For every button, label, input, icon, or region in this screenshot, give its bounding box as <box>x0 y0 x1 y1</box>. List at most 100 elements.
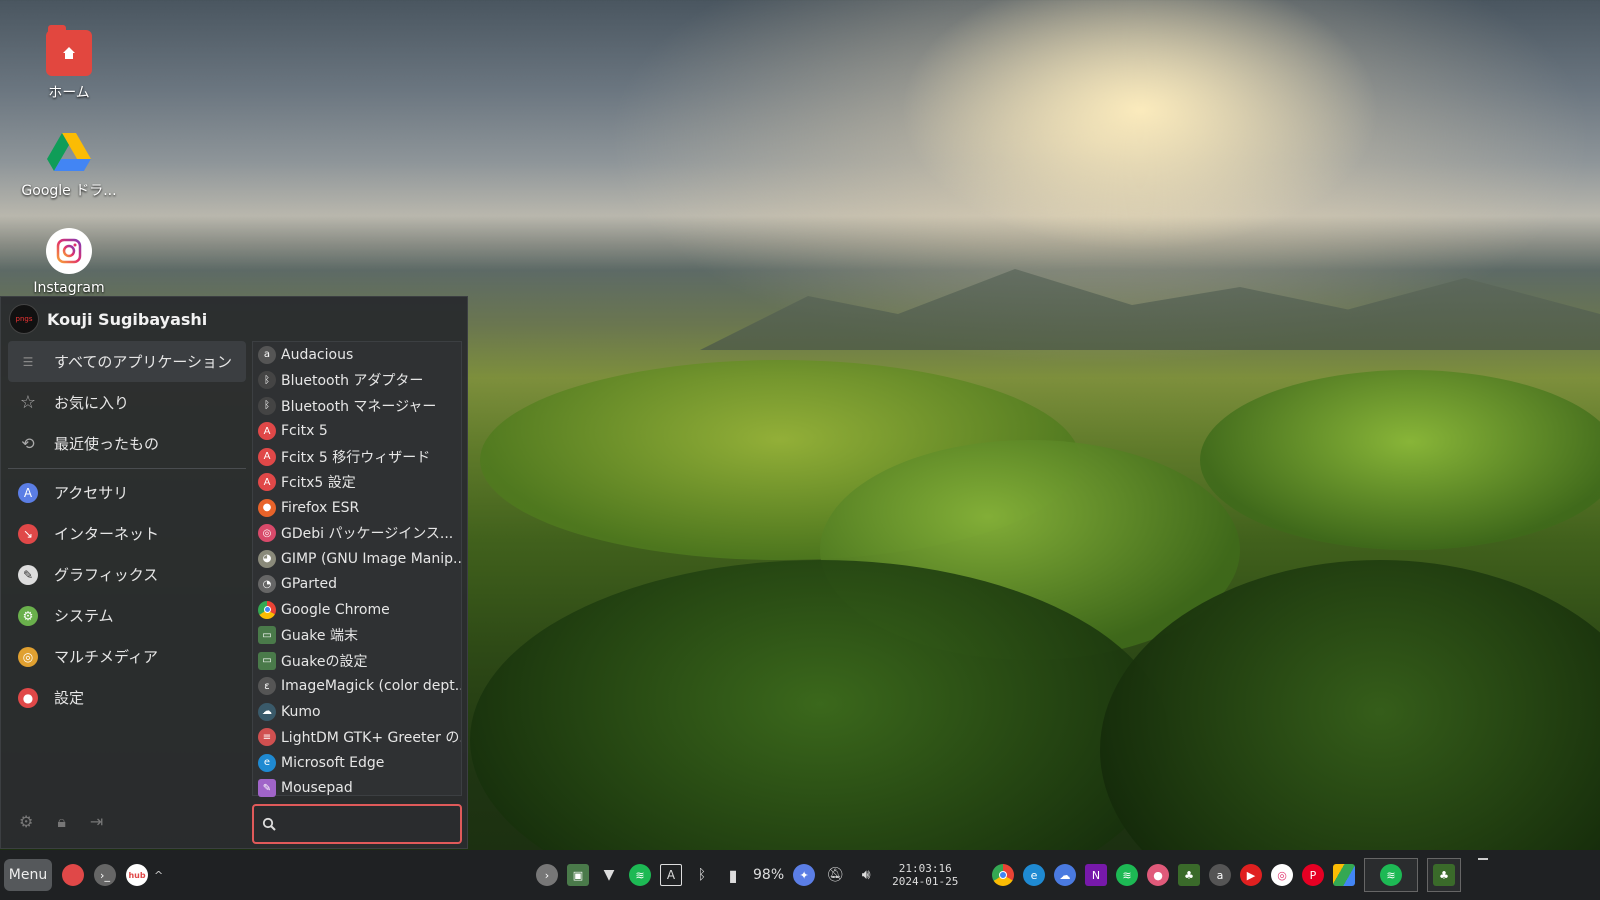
terminal-icon[interactable]: ›_ <box>94 864 116 886</box>
search-box[interactable] <box>252 804 462 844</box>
accessories-icon: A <box>18 482 38 503</box>
show-desktop-button[interactable] <box>1478 858 1488 860</box>
bluetooth-icon: ᛒ <box>258 396 276 415</box>
onenote-icon[interactable]: N <box>1085 864 1107 886</box>
image-viewer-icon[interactable]: ▣ <box>567 864 589 886</box>
pinned-apps: e ☁ N ≋ ● ♣ a ▶ ◎ P ≋ ♣ <box>992 850 1488 900</box>
battery-icon[interactable]: ▮ <box>722 864 744 886</box>
home-folder-icon <box>46 25 92 76</box>
youtube-icon[interactable]: ▶ <box>1240 864 1262 886</box>
app-item-gparted[interactable]: ◔ GParted <box>253 572 461 598</box>
category-internet[interactable]: ↘ インターネット <box>8 513 246 554</box>
system-icon: ⚙ <box>18 605 38 626</box>
category-all-applications[interactable]: ☰ すべてのアプリケーション <box>8 341 246 382</box>
category-recent[interactable]: ⟲ 最近使ったもの <box>8 423 246 464</box>
ime-label: A <box>666 868 676 882</box>
app-item-fcitx5-config[interactable]: A Fcitx5 設定 <box>253 470 461 496</box>
star-icon: ☆ <box>19 392 37 413</box>
chevron-up-icon[interactable]: ^ <box>154 869 163 882</box>
instagram-icon <box>46 228 92 274</box>
search-input[interactable] <box>282 816 442 832</box>
username: Kouji Sugibayashi <box>47 309 208 329</box>
app-item-gdebi[interactable]: ◎ GDebi パッケージインス... <box>253 521 461 547</box>
category-favorites[interactable]: ☆ お気に入り <box>8 382 246 423</box>
category-label: すべてのアプリケーション <box>54 353 233 371</box>
application-list[interactable]: a Audacious ᛒ Bluetooth アダプター ᛒ Bluetooth マ… <box>252 341 462 798</box>
clock-date: 2024-01-25 <box>892 875 959 888</box>
category-label: 設定 <box>54 689 85 707</box>
category-settings[interactable]: ● 設定 <box>8 677 246 718</box>
category-label: マルチメディア <box>54 648 158 666</box>
app-item-lightdm-greeter[interactable]: ≡ LightDM GTK+ Greeter の... <box>253 725 461 751</box>
spotify-icon[interactable]: ≋ <box>629 864 651 886</box>
app-label: Mousepad <box>281 780 353 797</box>
settings-gear-icon[interactable]: ⚙ <box>19 812 33 832</box>
category-accessories[interactable]: A アクセサリ <box>8 472 246 513</box>
app-item-mousepad[interactable]: ✎ Mousepad <box>253 776 461 802</box>
launcher-red-icon[interactable] <box>62 864 84 886</box>
desktop-icon-label: ホーム <box>48 85 90 101</box>
app-label: Fcitx 5 <box>281 423 328 440</box>
spotify-icon[interactable]: ≋ <box>1116 864 1138 886</box>
audacious-icon[interactable]: a <box>1209 864 1231 886</box>
bluetooth-tray-icon[interactable]: ᛒ <box>691 864 713 886</box>
accessibility-icon[interactable]: ✦ <box>793 864 816 886</box>
chrome-icon[interactable] <box>992 864 1014 886</box>
logout-icon[interactable]: ⇥ <box>90 812 103 832</box>
edge-icon[interactable]: e <box>1023 864 1045 886</box>
google-drive-icon[interactable] <box>1333 864 1355 886</box>
fcitx-icon: A <box>258 447 276 466</box>
hub-icon[interactable]: hub <box>126 864 148 886</box>
app-item-audacious[interactable]: a Audacious <box>253 342 461 368</box>
app-item-gimp[interactable]: ◕ GIMP (GNU Image Manip... <box>253 546 461 572</box>
app-item-kumo[interactable]: ☁ Kumo <box>253 699 461 725</box>
window-button-plant[interactable]: ♣ <box>1427 858 1461 892</box>
category-label: 最近使ったもの <box>54 435 160 453</box>
avatar[interactable]: pngs <box>9 304 39 334</box>
app-item-guake-terminal[interactable]: ▭ Guake 端末 <box>253 623 461 649</box>
instagram-icon[interactable]: ◎ <box>1271 864 1293 886</box>
app-item-microsoft-edge[interactable]: e Microsoft Edge <box>253 750 461 776</box>
wifi-icon[interactable]: ▼ <box>598 864 620 886</box>
window-button-spotify[interactable]: ≋ <box>1364 858 1418 892</box>
internet-icon: ↘ <box>18 523 38 544</box>
history-icon: ⟲ <box>21 434 35 453</box>
app-item-fcitx5[interactable]: A Fcitx 5 <box>253 419 461 445</box>
category-graphics[interactable]: ✎ グラフィックス <box>8 554 246 595</box>
app-label: Microsoft Edge <box>281 754 385 771</box>
app-label: GIMP (GNU Image Manip... <box>281 550 461 567</box>
category-label: グラフィックス <box>54 566 159 584</box>
app-item-imagemagick[interactable]: ε ImageMagick (color dept... <box>253 674 461 700</box>
app-item-firefox-esr[interactable]: ● Firefox ESR <box>253 495 461 521</box>
clock[interactable]: 21:03:16 2024-01-25 <box>892 862 958 888</box>
volume-icon[interactable]: 🔊︎ <box>855 864 877 886</box>
category-system[interactable]: ⚙ システム <box>8 595 246 636</box>
ime-indicator[interactable]: A <box>660 864 682 886</box>
menu-button[interactable]: Menu <box>4 859 52 891</box>
mountain-range <box>700 269 1600 350</box>
chrome-icon <box>258 600 276 619</box>
search-icon <box>262 817 276 831</box>
application-menu: pngs Kouji Sugibayashi ☰ すべてのアプリケーション ☆ … <box>0 296 468 849</box>
desktop-icon-google-drive[interactable]: Google ドラ... <box>14 128 124 200</box>
app-item-bluetooth-adapter[interactable]: ᛒ Bluetooth アダプター <box>253 368 461 394</box>
app-item-guake-preferences[interactable]: ▭ Guakeの設定 <box>253 648 461 674</box>
plant-icon[interactable]: ♣ <box>1178 864 1200 886</box>
radio-icon[interactable]: ● <box>1147 864 1169 886</box>
notifications-muted-icon[interactable]: 🔕︎ <box>824 864 846 886</box>
plant-icon: ♣ <box>1433 864 1455 886</box>
fcitx-icon: A <box>258 422 276 441</box>
battery-percentage: 98% <box>753 867 785 883</box>
category-multimedia[interactable]: ◎ マルチメディア <box>8 636 246 677</box>
chat-icon[interactable]: ☁ <box>1054 864 1076 886</box>
menu-header: pngs Kouji Sugibayashi <box>1 297 467 341</box>
lock-icon[interactable]: 🔒︎ <box>57 812 66 832</box>
desktop-icon-instagram[interactable]: Instagram <box>14 228 124 296</box>
app-label: Google Chrome <box>281 601 390 618</box>
app-item-google-chrome[interactable]: Google Chrome <box>253 597 461 623</box>
terminal-tray-icon[interactable]: › <box>536 864 558 886</box>
app-item-fcitx5-migrator[interactable]: A Fcitx 5 移行ウィザード <box>253 444 461 470</box>
app-item-bluetooth-manager[interactable]: ᛒ Bluetooth マネージャー <box>253 393 461 419</box>
pinterest-icon[interactable]: P <box>1302 864 1324 886</box>
desktop-icon-home[interactable]: ホーム <box>14 25 124 102</box>
